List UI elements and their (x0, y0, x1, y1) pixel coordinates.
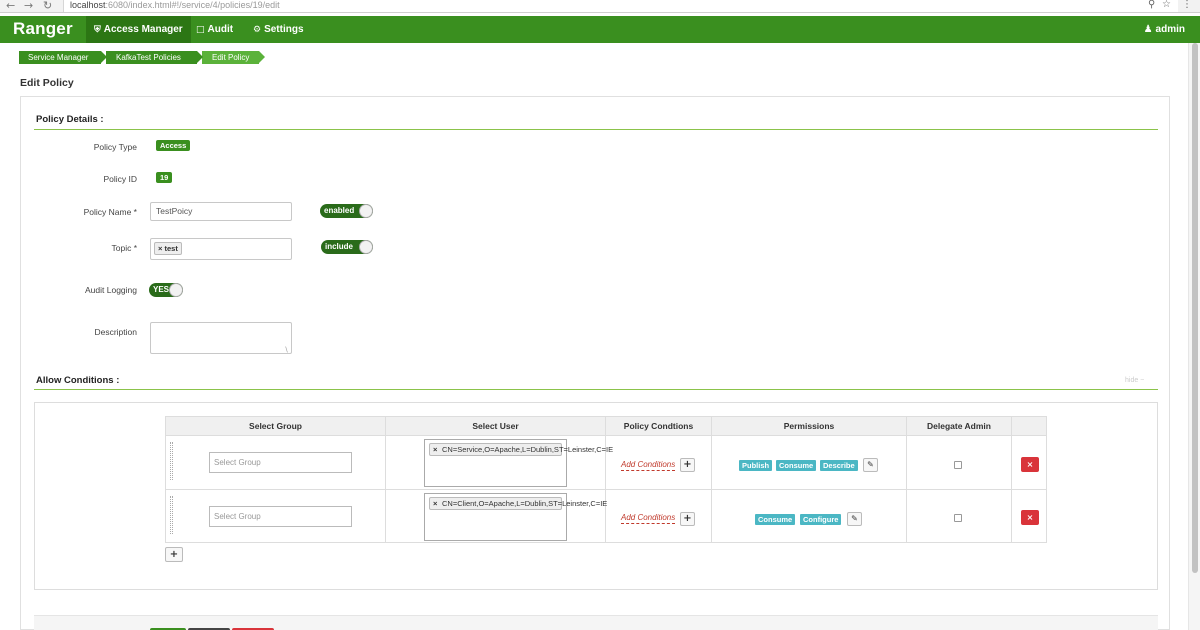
section-divider (34, 389, 1158, 390)
select-user-input[interactable]: × CN=Client,O=Apache,L=Dublin,ST=Leinster… (424, 493, 607, 541)
policy-id-badge: 19 (156, 172, 173, 183)
column-header-actions (1012, 417, 1046, 436)
nav-settings[interactable]: ⚙ Settings (245, 16, 312, 43)
select-group-input[interactable]: Select Group (209, 452, 352, 473)
pencil-icon: ✎ (851, 514, 858, 523)
policy-name-input[interactable]: TestPoicy (150, 202, 292, 221)
delegate-admin-checkbox[interactable] (954, 461, 962, 469)
description-label: Description (94, 327, 137, 337)
toggle-label: YES (153, 285, 170, 294)
permission-tag-describe: Describe (820, 460, 858, 471)
menu-icon[interactable]: ⋮ (1182, 0, 1192, 10)
edit-permissions-button[interactable]: ✎ (863, 458, 878, 472)
toggle-label: include (325, 242, 354, 251)
breadcrumb-kafkatest-policies[interactable]: KafkaTest Policies (106, 51, 203, 64)
column-header-select-group: Select Group (166, 417, 386, 436)
page-title: Edit Policy (20, 77, 74, 89)
edit-policy-panel: Policy Details : Policy Type Access Poli… (20, 96, 1170, 630)
plus-icon: + (169, 549, 179, 560)
ranger-logo[interactable]: Ranger (13, 19, 73, 39)
toggle-label: enabled (324, 206, 355, 215)
policy-type-label: Policy Type (93, 142, 137, 152)
audit-logging-label: Audit Logging (85, 285, 137, 295)
delete-row-button[interactable]: × (1021, 510, 1039, 525)
description-textarea[interactable] (150, 322, 292, 354)
close-icon: × (1026, 513, 1034, 522)
permission-tag-publish: Publish (739, 460, 773, 471)
delegate-admin-checkbox[interactable] (954, 514, 962, 522)
close-icon: × (1026, 460, 1034, 469)
topic-input[interactable]: × test (150, 238, 292, 260)
drag-handle-icon[interactable] (170, 496, 173, 534)
back-icon[interactable]: ← (6, 0, 15, 12)
chip-remove-icon[interactable]: × (158, 244, 162, 253)
page-scrollbar[interactable] (1188, 43, 1200, 630)
url-text[interactable]: localhost:6080/index.html#!/service/4/po… (70, 0, 280, 10)
column-header-select-user: Select User (386, 417, 606, 436)
column-header-delegate-admin: Delegate Admin (907, 417, 1012, 436)
topic-label: Topic * (111, 243, 137, 253)
row-divider (166, 489, 1046, 490)
hide-link[interactable]: hide − (1125, 377, 1144, 384)
topic-chip[interactable]: × test (154, 242, 182, 255)
allow-conditions-table: Select Group Select User Policy Condtion… (165, 416, 1047, 543)
allow-conditions-heading: Allow Conditions : (36, 375, 120, 386)
add-conditions-link[interactable]: Add Conditions (621, 460, 676, 471)
user-chip[interactable]: × CN=Service,O=Apache,L=Dublin,ST=Leinste… (429, 443, 613, 456)
topic-include-toggle[interactable]: include (321, 240, 373, 254)
plus-icon: + (683, 513, 692, 524)
form-actions-bar (34, 615, 1158, 630)
toggle-knob (359, 240, 373, 254)
url-bar[interactable]: localhost:6080/index.html#!/service/4/po… (63, 0, 1178, 12)
select-group-input[interactable]: Select Group (209, 506, 352, 527)
add-row-button[interactable]: + (165, 547, 183, 562)
column-header-permissions: Permissions (712, 417, 907, 436)
browser-bar: ← → ↻ localhost:6080/index.html#!/servic… (0, 0, 1200, 13)
breadcrumb-service-manager[interactable]: Service Manager (19, 51, 107, 64)
policy-name-label: Policy Name * (83, 207, 137, 217)
edit-permissions-button[interactable]: ✎ (847, 512, 862, 526)
toggle-knob (169, 283, 183, 297)
add-condition-button[interactable]: + (680, 512, 695, 526)
bookmark-star-icon[interactable]: ☆ (1162, 0, 1171, 10)
forward-icon[interactable]: → (24, 0, 33, 12)
file-icon: □ (196, 25, 205, 35)
delete-row-button[interactable]: × (1021, 457, 1039, 472)
breadcrumb-edit-policy: Edit Policy (202, 51, 265, 64)
permission-tag-consume: Consume (755, 514, 796, 525)
scrollbar-thumb[interactable] (1192, 43, 1198, 573)
permission-tag-configure: Configure (800, 514, 842, 525)
policy-id-label: Policy ID (103, 174, 137, 184)
section-divider (34, 129, 1158, 130)
chip-remove-icon[interactable]: × (433, 445, 437, 454)
nav-access-manager[interactable]: ⛨ Access Manager (86, 16, 191, 43)
select-user-input[interactable]: × CN=Service,O=Apache,L=Dublin,ST=Leinste… (424, 439, 613, 487)
audit-logging-toggle[interactable]: YES (149, 283, 183, 297)
drag-handle-icon[interactable] (170, 442, 173, 480)
add-conditions-link[interactable]: Add Conditions (621, 513, 676, 524)
nav-audit[interactable]: □ Audit (188, 16, 241, 43)
user-menu[interactable]: ♟ admin (1144, 16, 1185, 43)
pencil-icon: ✎ (867, 460, 874, 469)
user-icon: ♟ (1143, 24, 1153, 35)
gear-icon: ⚙ (253, 25, 262, 35)
toggle-knob (359, 204, 373, 218)
add-condition-button[interactable]: + (680, 458, 695, 472)
policy-type-badge: Access (156, 140, 191, 151)
allow-conditions-box: Select Group Select User Policy Condtion… (34, 402, 1158, 590)
plus-icon: + (683, 459, 692, 470)
permission-tag-consume: Consume (776, 460, 817, 471)
chip-remove-icon[interactable]: × (433, 499, 437, 508)
reload-icon[interactable]: ↻ (43, 0, 52, 12)
top-navigation: Ranger ⛨ Access Manager □ Audit ⚙ Settings … (0, 16, 1200, 43)
shield-icon: ⛨ (94, 25, 101, 35)
key-icon[interactable]: ⚲ (1148, 0, 1155, 10)
column-header-policy-conditions: Policy Condtions (606, 417, 712, 436)
policy-enabled-toggle[interactable]: enabled (320, 204, 373, 218)
policy-details-heading: Policy Details : (36, 114, 104, 125)
user-chip[interactable]: × CN=Client,O=Apache,L=Dublin,ST=Leinster… (429, 497, 607, 510)
